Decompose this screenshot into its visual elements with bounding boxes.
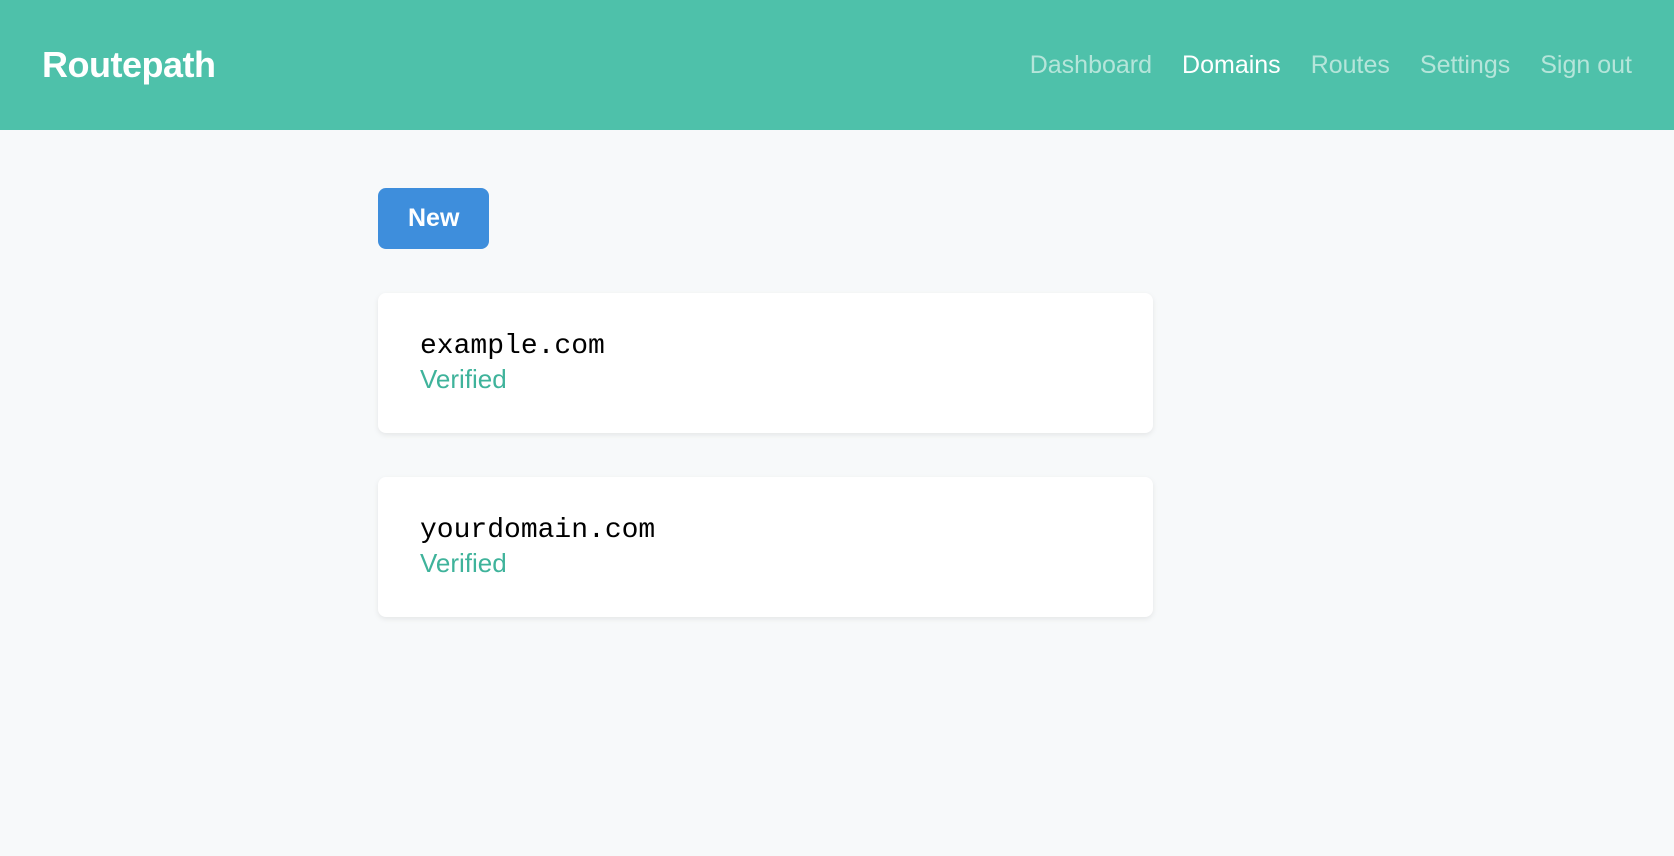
nav-item-routes[interactable]: Routes bbox=[1311, 51, 1390, 80]
nav-item-domains[interactable]: Domains bbox=[1182, 51, 1281, 80]
domain-status: Verified bbox=[420, 364, 1111, 395]
domain-card[interactable]: yourdomain.com Verified bbox=[378, 477, 1153, 617]
domain-name: yourdomain.com bbox=[420, 515, 1111, 546]
nav-item-settings[interactable]: Settings bbox=[1420, 51, 1510, 80]
nav-item-dashboard[interactable]: Dashboard bbox=[1030, 51, 1152, 80]
domain-name: example.com bbox=[420, 331, 1111, 362]
domain-list: example.com Verified yourdomain.com Veri… bbox=[378, 293, 1153, 617]
nav-item-sign-out[interactable]: Sign out bbox=[1540, 51, 1632, 80]
domain-card[interactable]: example.com Verified bbox=[378, 293, 1153, 433]
logo[interactable]: Routepath bbox=[42, 44, 215, 86]
domain-status: Verified bbox=[420, 548, 1111, 579]
main-content: New example.com Verified yourdomain.com … bbox=[378, 130, 1153, 617]
new-button[interactable]: New bbox=[378, 188, 489, 249]
nav: Dashboard Domains Routes Settings Sign o… bbox=[1030, 51, 1632, 80]
header: Routepath Dashboard Domains Routes Setti… bbox=[0, 0, 1674, 130]
